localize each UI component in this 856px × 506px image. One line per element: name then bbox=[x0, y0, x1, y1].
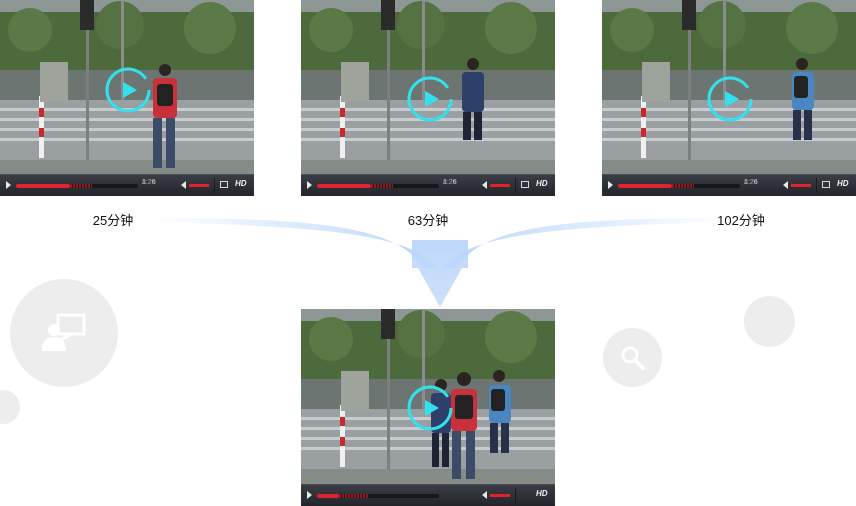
time-total: 3:22 bbox=[443, 179, 457, 186]
play-icon[interactable] bbox=[405, 383, 455, 433]
divider bbox=[214, 178, 215, 193]
play-button[interactable] bbox=[6, 181, 11, 189]
small-bubble-left bbox=[0, 390, 20, 424]
volume-slider[interactable] bbox=[490, 494, 510, 497]
search-bubble bbox=[603, 328, 662, 387]
divider bbox=[816, 178, 817, 193]
caption-3: 102分钟 bbox=[717, 213, 765, 228]
volume-icon[interactable] bbox=[482, 491, 487, 499]
progress-track[interactable] bbox=[16, 184, 138, 188]
presentation-user-icon bbox=[42, 313, 86, 351]
volume-icon[interactable] bbox=[482, 181, 487, 189]
video-player-2[interactable]: 1:26 / 3:22 HD bbox=[301, 0, 555, 196]
buffer-bar bbox=[370, 184, 393, 188]
player-controls: 1:26 / 3:22 HD bbox=[602, 174, 856, 196]
hd-toggle[interactable]: HD bbox=[837, 179, 849, 188]
buffer-bar bbox=[671, 184, 694, 188]
player-controls: 1:26 / 3:22 HD bbox=[301, 174, 555, 196]
volume-icon[interactable] bbox=[783, 181, 788, 189]
time-total: 3:22 bbox=[142, 179, 156, 186]
search-icon bbox=[621, 346, 645, 370]
progress-track[interactable] bbox=[618, 184, 740, 188]
play-button[interactable] bbox=[307, 491, 312, 499]
volume-icon[interactable] bbox=[181, 181, 186, 189]
progress-fill bbox=[16, 184, 70, 188]
progress-fill bbox=[618, 184, 672, 188]
presentation-bubble bbox=[10, 279, 118, 387]
player-controls: 1:26 / 3:22 HD bbox=[0, 174, 254, 196]
hd-toggle[interactable]: HD bbox=[235, 179, 247, 188]
caption-1: 25分钟 bbox=[92, 213, 134, 228]
fullscreen-icon[interactable] bbox=[521, 181, 529, 188]
progress-fill bbox=[317, 494, 339, 498]
buffer-bar bbox=[338, 494, 369, 498]
volume-slider[interactable] bbox=[189, 184, 209, 187]
video-player-merged[interactable]: HD bbox=[301, 309, 555, 506]
play-button[interactable] bbox=[608, 181, 613, 189]
caption-2: 63分钟 bbox=[407, 213, 449, 228]
play-icon[interactable] bbox=[405, 74, 455, 124]
hd-toggle[interactable]: HD bbox=[536, 179, 548, 188]
time-total: 3:22 bbox=[744, 179, 758, 186]
progress-fill bbox=[317, 184, 371, 188]
video-player-3[interactable]: 1:26 / 3:22 HD bbox=[602, 0, 856, 196]
volume-slider[interactable] bbox=[791, 184, 811, 187]
hd-toggle[interactable]: HD bbox=[536, 489, 548, 498]
play-icon[interactable] bbox=[103, 65, 153, 115]
progress-track[interactable] bbox=[317, 494, 439, 498]
play-icon[interactable] bbox=[705, 74, 755, 124]
volume-slider[interactable] bbox=[490, 184, 510, 187]
divider bbox=[515, 488, 516, 503]
small-bubble-right bbox=[744, 296, 795, 347]
player-controls: HD bbox=[301, 484, 555, 506]
buffer-bar bbox=[69, 184, 92, 188]
fullscreen-icon[interactable] bbox=[220, 181, 228, 188]
video-player-1[interactable]: 1:26 / 3:22 HD bbox=[0, 0, 254, 196]
play-button[interactable] bbox=[307, 181, 312, 189]
progress-track[interactable] bbox=[317, 184, 439, 188]
fullscreen-icon[interactable] bbox=[822, 181, 830, 188]
divider bbox=[515, 178, 516, 193]
